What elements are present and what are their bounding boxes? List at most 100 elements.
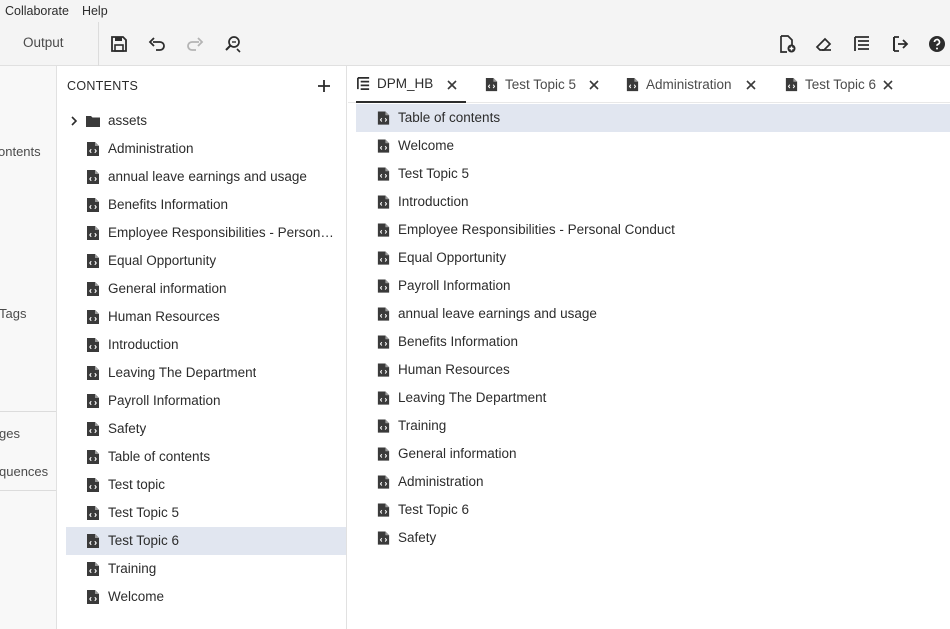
map-item-label: Table of contents bbox=[398, 110, 501, 125]
map-topicref[interactable]: Leaving The Department bbox=[356, 384, 950, 412]
map-topicref[interactable]: Employee Responsibilities - Personal Con… bbox=[356, 216, 950, 244]
map-topicref[interactable]: Equal Opportunity bbox=[356, 244, 950, 272]
tree-folder[interactable]: assets bbox=[66, 107, 346, 135]
tree-item[interactable]: Administration bbox=[66, 135, 346, 163]
tree-item[interactable]: Test Topic 5 bbox=[66, 499, 346, 527]
help-icon bbox=[929, 36, 945, 52]
menu-help[interactable]: Help bbox=[82, 4, 108, 18]
tree-item[interactable]: Test Topic 6 bbox=[66, 527, 346, 555]
map-topicref[interactable]: annual leave earnings and usage bbox=[356, 300, 950, 328]
topic-file-icon bbox=[87, 338, 99, 352]
topic-file-icon bbox=[87, 534, 99, 548]
menu-collaborate[interactable]: Collaborate bbox=[5, 4, 69, 18]
close-tab-icon[interactable] bbox=[745, 79, 757, 91]
topic-file-icon bbox=[87, 450, 99, 464]
nav-images[interactable]: ges bbox=[0, 426, 20, 441]
map-topicref[interactable]: Test Topic 5 bbox=[356, 160, 950, 188]
toolbar: Output bbox=[0, 22, 950, 66]
topic-file-icon bbox=[377, 419, 390, 433]
map-topicref[interactable]: Safety bbox=[356, 524, 950, 552]
map-topicref[interactable]: Welcome bbox=[356, 132, 950, 160]
topic-file-icon bbox=[785, 77, 798, 92]
map-outline-icon bbox=[854, 36, 869, 51]
redo-button[interactable] bbox=[182, 31, 208, 57]
nav-tags[interactable]: Tags bbox=[0, 306, 26, 321]
nav-divider bbox=[0, 411, 56, 412]
find-replace-button[interactable] bbox=[220, 31, 246, 57]
nav-sequences[interactable]: quences bbox=[0, 464, 48, 479]
add-icon[interactable] bbox=[315, 77, 333, 95]
editor-tab[interactable]: Test Topic 5 bbox=[484, 66, 608, 103]
map-topicref[interactable]: Training bbox=[356, 412, 950, 440]
tab-label: Administration bbox=[646, 77, 732, 92]
topic-file-icon bbox=[87, 506, 99, 520]
topic-file-icon bbox=[87, 394, 99, 408]
map-topicref[interactable]: Test Topic 6 bbox=[356, 496, 950, 524]
map-item-label: General information bbox=[398, 446, 517, 461]
output-tab[interactable]: Output bbox=[23, 35, 64, 50]
editor-tab[interactable]: Test Topic 6 bbox=[784, 66, 902, 103]
tree-item[interactable]: Employee Responsibilities - Personal Con… bbox=[66, 219, 346, 247]
topic-file-icon bbox=[87, 562, 99, 576]
topic-file-icon bbox=[87, 254, 99, 268]
new-file-icon bbox=[780, 35, 796, 53]
map-topicref[interactable]: Introduction bbox=[356, 188, 950, 216]
exit-button[interactable] bbox=[887, 31, 913, 57]
map-topicref[interactable]: Table of contents bbox=[356, 104, 950, 132]
undo-button[interactable] bbox=[144, 31, 170, 57]
topic-file-icon bbox=[87, 142, 99, 156]
eraser-button[interactable] bbox=[811, 31, 837, 57]
save-icon bbox=[111, 36, 127, 52]
tree-item[interactable]: Welcome bbox=[66, 583, 346, 611]
tree-item-label: Introduction bbox=[108, 337, 179, 352]
topic-file-icon bbox=[377, 279, 390, 293]
tree-item[interactable]: Payroll Information bbox=[66, 387, 346, 415]
topic-file-icon bbox=[377, 475, 390, 489]
tree-item[interactable]: Training bbox=[66, 555, 346, 583]
topic-file-icon bbox=[485, 77, 498, 92]
close-tab-icon[interactable] bbox=[882, 79, 894, 91]
editor-tab[interactable]: DPM_HB bbox=[356, 66, 466, 103]
map-topicref[interactable]: Payroll Information bbox=[356, 272, 950, 300]
folder-icon bbox=[86, 116, 100, 127]
map-outline-button[interactable] bbox=[849, 31, 875, 57]
tree-item[interactable]: Leaving The Department bbox=[66, 359, 346, 387]
new-file-button[interactable] bbox=[774, 31, 800, 57]
topic-file-icon bbox=[87, 282, 99, 296]
map-item-label: Payroll Information bbox=[398, 278, 511, 293]
tree-item[interactable]: General information bbox=[66, 275, 346, 303]
tree-item[interactable]: Equal Opportunity bbox=[66, 247, 346, 275]
map-item-label: Human Resources bbox=[398, 362, 510, 377]
topic-file-icon bbox=[377, 111, 390, 125]
map-topicref[interactable]: Human Resources bbox=[356, 356, 950, 384]
nav-contents[interactable]: ontents bbox=[0, 144, 41, 159]
tree-item[interactable]: Human Resources bbox=[66, 303, 346, 331]
topic-file-icon bbox=[87, 310, 99, 324]
map-item-label: Leaving The Department bbox=[398, 390, 547, 405]
topic-file-icon bbox=[87, 478, 99, 492]
tree-item[interactable]: Benefits Information bbox=[66, 191, 346, 219]
tree-item-label: Employee Responsibilities - Personal Con… bbox=[108, 225, 334, 240]
contents-panel: CONTENTS assets Administration annual leav… bbox=[57, 66, 347, 629]
tree-item[interactable]: Safety bbox=[66, 415, 346, 443]
chevron-right-icon[interactable] bbox=[69, 116, 79, 126]
help-button[interactable] bbox=[924, 31, 950, 57]
contents-header: CONTENTS bbox=[67, 79, 139, 93]
topic-file-icon bbox=[377, 335, 390, 349]
topic-file-icon bbox=[377, 503, 390, 517]
tree-item-label: Test Topic 6 bbox=[108, 533, 180, 548]
map-topicref[interactable]: Benefits Information bbox=[356, 328, 950, 356]
map-item-label: Administration bbox=[398, 474, 484, 489]
close-tab-icon[interactable] bbox=[446, 79, 458, 91]
topic-file-icon bbox=[87, 366, 99, 380]
map-topicref[interactable]: General information bbox=[356, 440, 950, 468]
close-tab-icon[interactable] bbox=[588, 79, 600, 91]
tree-item[interactable]: Introduction bbox=[66, 331, 346, 359]
map-topicref[interactable]: Administration bbox=[356, 468, 950, 496]
topic-file-icon bbox=[87, 198, 99, 212]
editor-tab[interactable]: Administration bbox=[625, 66, 765, 103]
tree-item[interactable]: annual leave earnings and usage bbox=[66, 163, 346, 191]
save-button[interactable] bbox=[106, 31, 132, 57]
tree-item[interactable]: Test topic bbox=[66, 471, 346, 499]
tree-item[interactable]: Table of contents bbox=[66, 443, 346, 471]
